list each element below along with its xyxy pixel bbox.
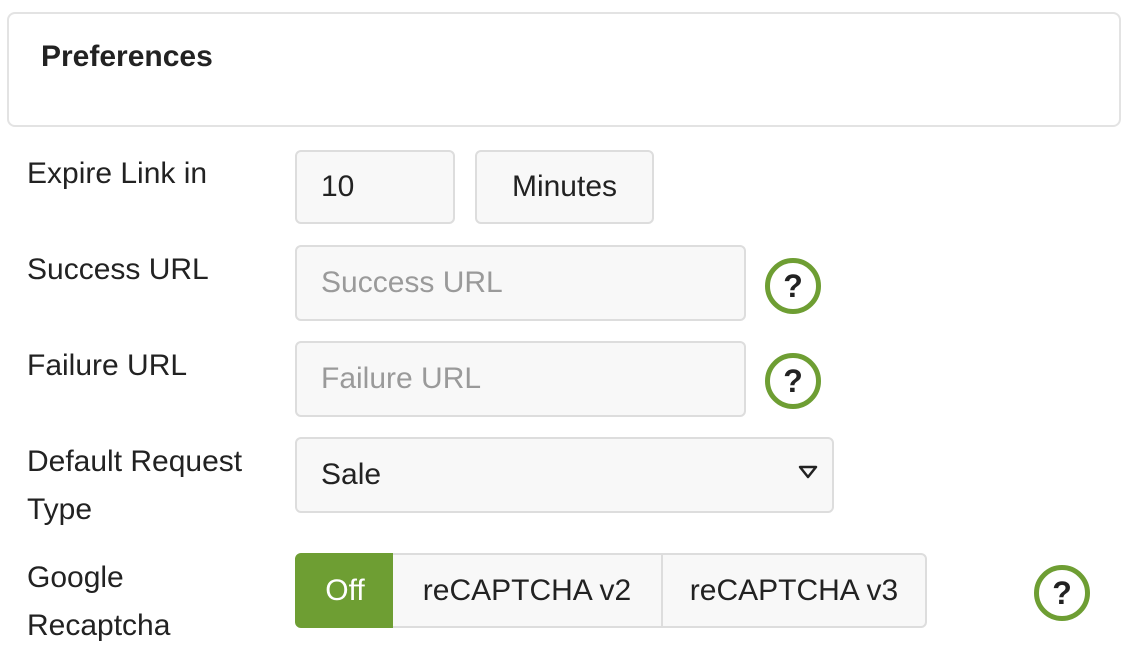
expire-unit-text: Minutes [511, 170, 618, 203]
failure-url-help-icon[interactable]: ? [765, 353, 821, 409]
recaptcha-option-v3[interactable]: reCAPTCHA v3 [661, 553, 927, 628]
expire-unit-select[interactable]: Minutes [475, 150, 654, 224]
failure-url-placeholder: Failure URL [321, 362, 482, 395]
page-title: Preferences [41, 40, 213, 73]
success-url-help-icon[interactable]: ? [765, 258, 821, 314]
default-request-type-label-line2: Type [27, 493, 93, 526]
recaptcha-option-v2[interactable]: reCAPTCHA v2 [393, 553, 663, 628]
failure-url-input[interactable]: Failure URL [295, 341, 746, 417]
default-request-type-label-line1: Default Request [27, 445, 243, 478]
recaptcha-label-line1: Google [27, 561, 124, 594]
recaptcha-option-off[interactable]: Off [295, 553, 395, 628]
default-request-type-select[interactable]: Sale [295, 437, 834, 513]
success-url-input[interactable]: Success URL [295, 245, 746, 321]
default-request-type-value: Sale [321, 458, 382, 491]
success-url-placeholder: Success URL [321, 266, 503, 299]
recaptcha-help-icon[interactable]: ? [1034, 565, 1090, 621]
expire-link-label: Expire Link in [27, 157, 208, 190]
success-url-label: Success URL [27, 253, 209, 286]
expire-value-input[interactable]: 10 [295, 150, 455, 224]
recaptcha-label-line2: Recaptcha [27, 609, 171, 642]
caret-down-icon [798, 465, 818, 479]
expire-value-text: 10 [321, 170, 355, 203]
failure-url-label: Failure URL [27, 349, 188, 382]
